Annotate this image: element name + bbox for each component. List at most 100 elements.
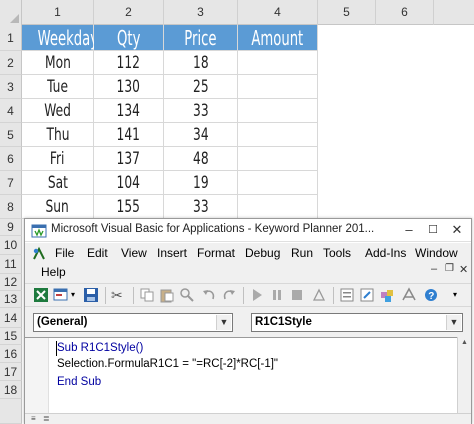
break-icon[interactable] bbox=[269, 287, 285, 303]
row-header[interactable]: 11 bbox=[0, 255, 22, 274]
reset-icon[interactable] bbox=[289, 287, 305, 303]
row-header[interactable]: 18 bbox=[0, 381, 22, 399]
select-all-corner[interactable] bbox=[0, 0, 22, 25]
menu-edit[interactable]: Edit bbox=[87, 246, 108, 260]
maximize-button[interactable]: ☐ bbox=[421, 219, 445, 241]
row-header[interactable]: 10 bbox=[0, 236, 22, 255]
scroll-up-icon[interactable]: ▲ bbox=[461, 339, 468, 346]
table-cell[interactable] bbox=[238, 51, 318, 75]
menu-help[interactable]: Help bbox=[41, 265, 66, 279]
header-cell-weekday[interactable]: Weekday bbox=[22, 25, 98, 51]
row-header[interactable]: 2 bbox=[0, 51, 22, 75]
margin-indicator-bar[interactable] bbox=[25, 338, 49, 413]
row-header[interactable]: 9 bbox=[0, 219, 22, 236]
table-cell[interactable]: Mon bbox=[22, 51, 94, 75]
row-header[interactable]: 1 bbox=[0, 25, 22, 51]
row-header[interactable]: 12 bbox=[0, 274, 22, 291]
title-bar[interactable]: Microsoft Visual Basic for Applications … bbox=[25, 219, 471, 242]
row-header[interactable]: 5 bbox=[0, 123, 22, 147]
code-line[interactable]: End Sub bbox=[57, 376, 101, 388]
full-module-view-icon[interactable]: ≣ bbox=[43, 414, 50, 423]
table-cell[interactable]: Sat bbox=[22, 171, 94, 195]
child-restore-button[interactable]: ❐ bbox=[445, 263, 454, 274]
close-button[interactable]: ✕ bbox=[445, 219, 469, 241]
procedure-dropdown[interactable]: R1C1Style ▼ bbox=[251, 313, 463, 332]
table-cell[interactable]: 155 bbox=[94, 195, 164, 219]
table-cell[interactable]: 19 bbox=[164, 171, 238, 195]
menu-tools[interactable]: Tools bbox=[323, 246, 351, 260]
table-cell[interactable] bbox=[238, 99, 318, 123]
vertical-scrollbar[interactable]: ▲ bbox=[457, 337, 471, 413]
help-icon[interactable]: ? bbox=[423, 287, 439, 303]
cut-icon[interactable]: ✂ bbox=[111, 287, 127, 303]
project-explorer-icon[interactable] bbox=[339, 287, 355, 303]
excel-icon[interactable] bbox=[33, 287, 49, 303]
table-cell[interactable]: 141 bbox=[94, 123, 164, 147]
menu-format[interactable]: Format bbox=[197, 246, 235, 260]
table-cell[interactable] bbox=[238, 171, 318, 195]
table-cell[interactable]: 33 bbox=[164, 99, 238, 123]
row-header[interactable]: 13 bbox=[0, 291, 22, 308]
module-icon[interactable] bbox=[31, 246, 47, 262]
minimize-button[interactable]: – bbox=[397, 219, 421, 241]
child-close-button[interactable]: ✕ bbox=[459, 263, 468, 276]
row-header[interactable]: 16 bbox=[0, 345, 22, 363]
row-header[interactable]: 3 bbox=[0, 75, 22, 99]
code-line[interactable]: Sub R1C1Style() bbox=[57, 342, 143, 354]
row-header[interactable]: 15 bbox=[0, 328, 22, 345]
table-cell[interactable] bbox=[238, 195, 318, 219]
toolbox-icon[interactable] bbox=[401, 287, 417, 303]
row-header[interactable]: 4 bbox=[0, 99, 22, 123]
table-cell[interactable] bbox=[238, 75, 318, 99]
table-cell[interactable] bbox=[238, 147, 318, 171]
table-cell[interactable]: 130 bbox=[94, 75, 164, 99]
menu-file[interactable]: File bbox=[55, 246, 74, 260]
procedure-view-icon[interactable]: ≡ bbox=[31, 414, 36, 423]
table-cell[interactable]: Wed bbox=[22, 99, 94, 123]
table-cell[interactable]: 25 bbox=[164, 75, 238, 99]
header-cell-amount[interactable]: Amount bbox=[238, 25, 318, 51]
column-header[interactable]: 2 bbox=[94, 0, 164, 25]
row-header[interactable]: 8 bbox=[0, 195, 22, 219]
copy-icon[interactable] bbox=[139, 287, 155, 303]
code-editor[interactable]: Sub R1C1Style() Selection.FormulaR1C1 = … bbox=[25, 337, 471, 413]
table-cell[interactable]: 48 bbox=[164, 147, 238, 171]
undo-icon[interactable] bbox=[201, 287, 217, 303]
menu-window[interactable]: Window bbox=[415, 246, 458, 260]
object-dropdown[interactable]: (General) ▼ bbox=[33, 313, 233, 332]
child-minimize-button[interactable]: – bbox=[431, 263, 437, 275]
row-header[interactable]: 7 bbox=[0, 171, 22, 195]
menu-run[interactable]: Run bbox=[291, 246, 313, 260]
menu-view[interactable]: View bbox=[121, 246, 147, 260]
table-cell[interactable]: 112 bbox=[94, 51, 164, 75]
menu-insert[interactable]: Insert bbox=[157, 246, 187, 260]
find-icon[interactable] bbox=[179, 287, 195, 303]
header-cell-price[interactable]: Price bbox=[164, 25, 238, 51]
design-mode-icon[interactable] bbox=[311, 287, 327, 303]
column-header[interactable]: 5 bbox=[318, 0, 376, 25]
redo-icon[interactable] bbox=[221, 287, 237, 303]
table-cell[interactable]: 104 bbox=[94, 171, 164, 195]
column-header[interactable]: 3 bbox=[164, 0, 238, 25]
table-cell[interactable]: 137 bbox=[94, 147, 164, 171]
table-cell[interactable]: Thu bbox=[22, 123, 94, 147]
table-cell[interactable] bbox=[238, 123, 318, 147]
table-cell[interactable]: Fri bbox=[22, 147, 94, 171]
column-header[interactable]: 6 bbox=[376, 0, 434, 25]
chevron-down-icon[interactable]: ▼ bbox=[446, 315, 461, 330]
insert-userform-icon[interactable] bbox=[53, 287, 69, 303]
code-line[interactable]: Selection.FormulaR1C1 = "=RC[-2]*RC[-1]" bbox=[57, 358, 278, 370]
row-header[interactable]: 17 bbox=[0, 363, 22, 381]
menu-add-ins[interactable]: Add-Ins bbox=[365, 246, 406, 260]
properties-icon[interactable] bbox=[359, 287, 375, 303]
row-header[interactable]: 14 bbox=[0, 308, 22, 328]
save-icon[interactable] bbox=[83, 287, 99, 303]
object-browser-icon[interactable] bbox=[379, 287, 395, 303]
table-cell[interactable]: 33 bbox=[164, 195, 238, 219]
table-cell[interactable]: 18 bbox=[164, 51, 238, 75]
menu-debug[interactable]: Debug bbox=[245, 246, 280, 260]
table-cell[interactable]: 34 bbox=[164, 123, 238, 147]
header-cell-qty[interactable]: Qty bbox=[94, 25, 164, 51]
chevron-down-icon[interactable]: ▼ bbox=[216, 315, 231, 330]
table-cell[interactable]: Tue bbox=[22, 75, 94, 99]
